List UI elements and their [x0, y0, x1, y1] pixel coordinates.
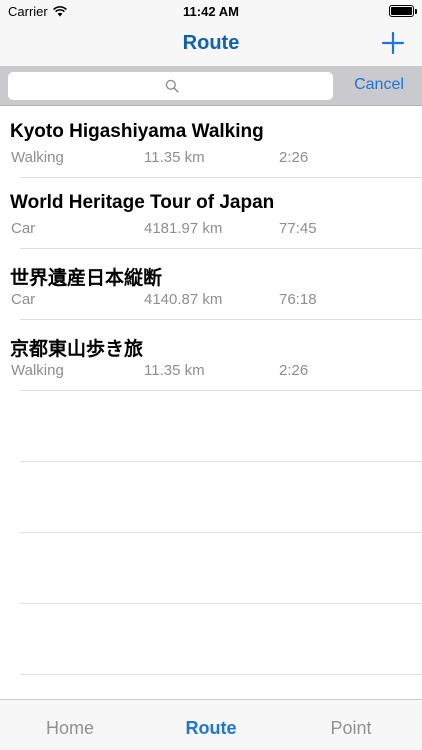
row-separator — [20, 461, 422, 462]
search-input[interactable] — [8, 72, 333, 100]
route-distance: 11.35 km — [144, 149, 205, 166]
route-row[interactable]: World Heritage Tour of Japan Car 4181.97… — [0, 178, 422, 249]
route-name: 京都東山歩き旅 — [10, 339, 144, 360]
route-distance: 11.35 km — [144, 362, 205, 379]
row-separator — [20, 603, 422, 604]
row-separator — [20, 390, 422, 391]
route-mode: Car — [11, 220, 36, 237]
route-list: Kyoto Higashiyama Walking Walking 11.35 … — [0, 107, 422, 698]
search-field[interactable] — [8, 72, 333, 100]
add-route-button[interactable] — [378, 28, 408, 58]
route-duration: 2:26 — [279, 362, 309, 379]
cancel-button[interactable]: Cancel — [336, 76, 422, 94]
route-row[interactable]: 世界遺産日本縦断 Car 4140.87 km 76:18 — [0, 249, 422, 320]
battery-icon — [389, 5, 417, 17]
tab-bar: Home Route Point — [0, 699, 422, 750]
route-distance: 4181.97 km — [144, 220, 223, 237]
tab-route[interactable]: Route — [141, 718, 281, 739]
tab-point[interactable]: Point — [281, 718, 421, 739]
navigation-bar: Route — [0, 22, 422, 66]
tab-home[interactable]: Home — [0, 718, 140, 739]
status-time: 11:42 AM — [183, 4, 239, 19]
row-separator — [20, 532, 422, 533]
route-duration: 2:26 — [279, 149, 309, 166]
route-duration: 77:45 — [279, 220, 317, 237]
route-row[interactable]: 京都東山歩き旅 Walking 11.35 km 2:26 — [0, 320, 422, 391]
row-separator — [20, 674, 422, 675]
page-title: Route — [182, 32, 240, 54]
route-duration: 76:18 — [279, 291, 317, 308]
plus-icon — [381, 31, 405, 55]
status-bar: Carrier 11:42 AM — [0, 0, 422, 22]
route-name: World Heritage Tour of Japan — [10, 192, 275, 213]
route-row[interactable]: Kyoto Higashiyama Walking Walking 11.35 … — [0, 107, 422, 178]
route-distance: 4140.87 km — [144, 291, 223, 308]
route-mode: Walking — [11, 149, 64, 166]
route-name: 世界遺産日本縦断 — [10, 268, 163, 289]
route-name: Kyoto Higashiyama Walking — [10, 121, 264, 142]
search-bar: Cancel — [0, 66, 422, 106]
route-mode: Car — [11, 291, 36, 308]
route-mode: Walking — [11, 362, 64, 379]
